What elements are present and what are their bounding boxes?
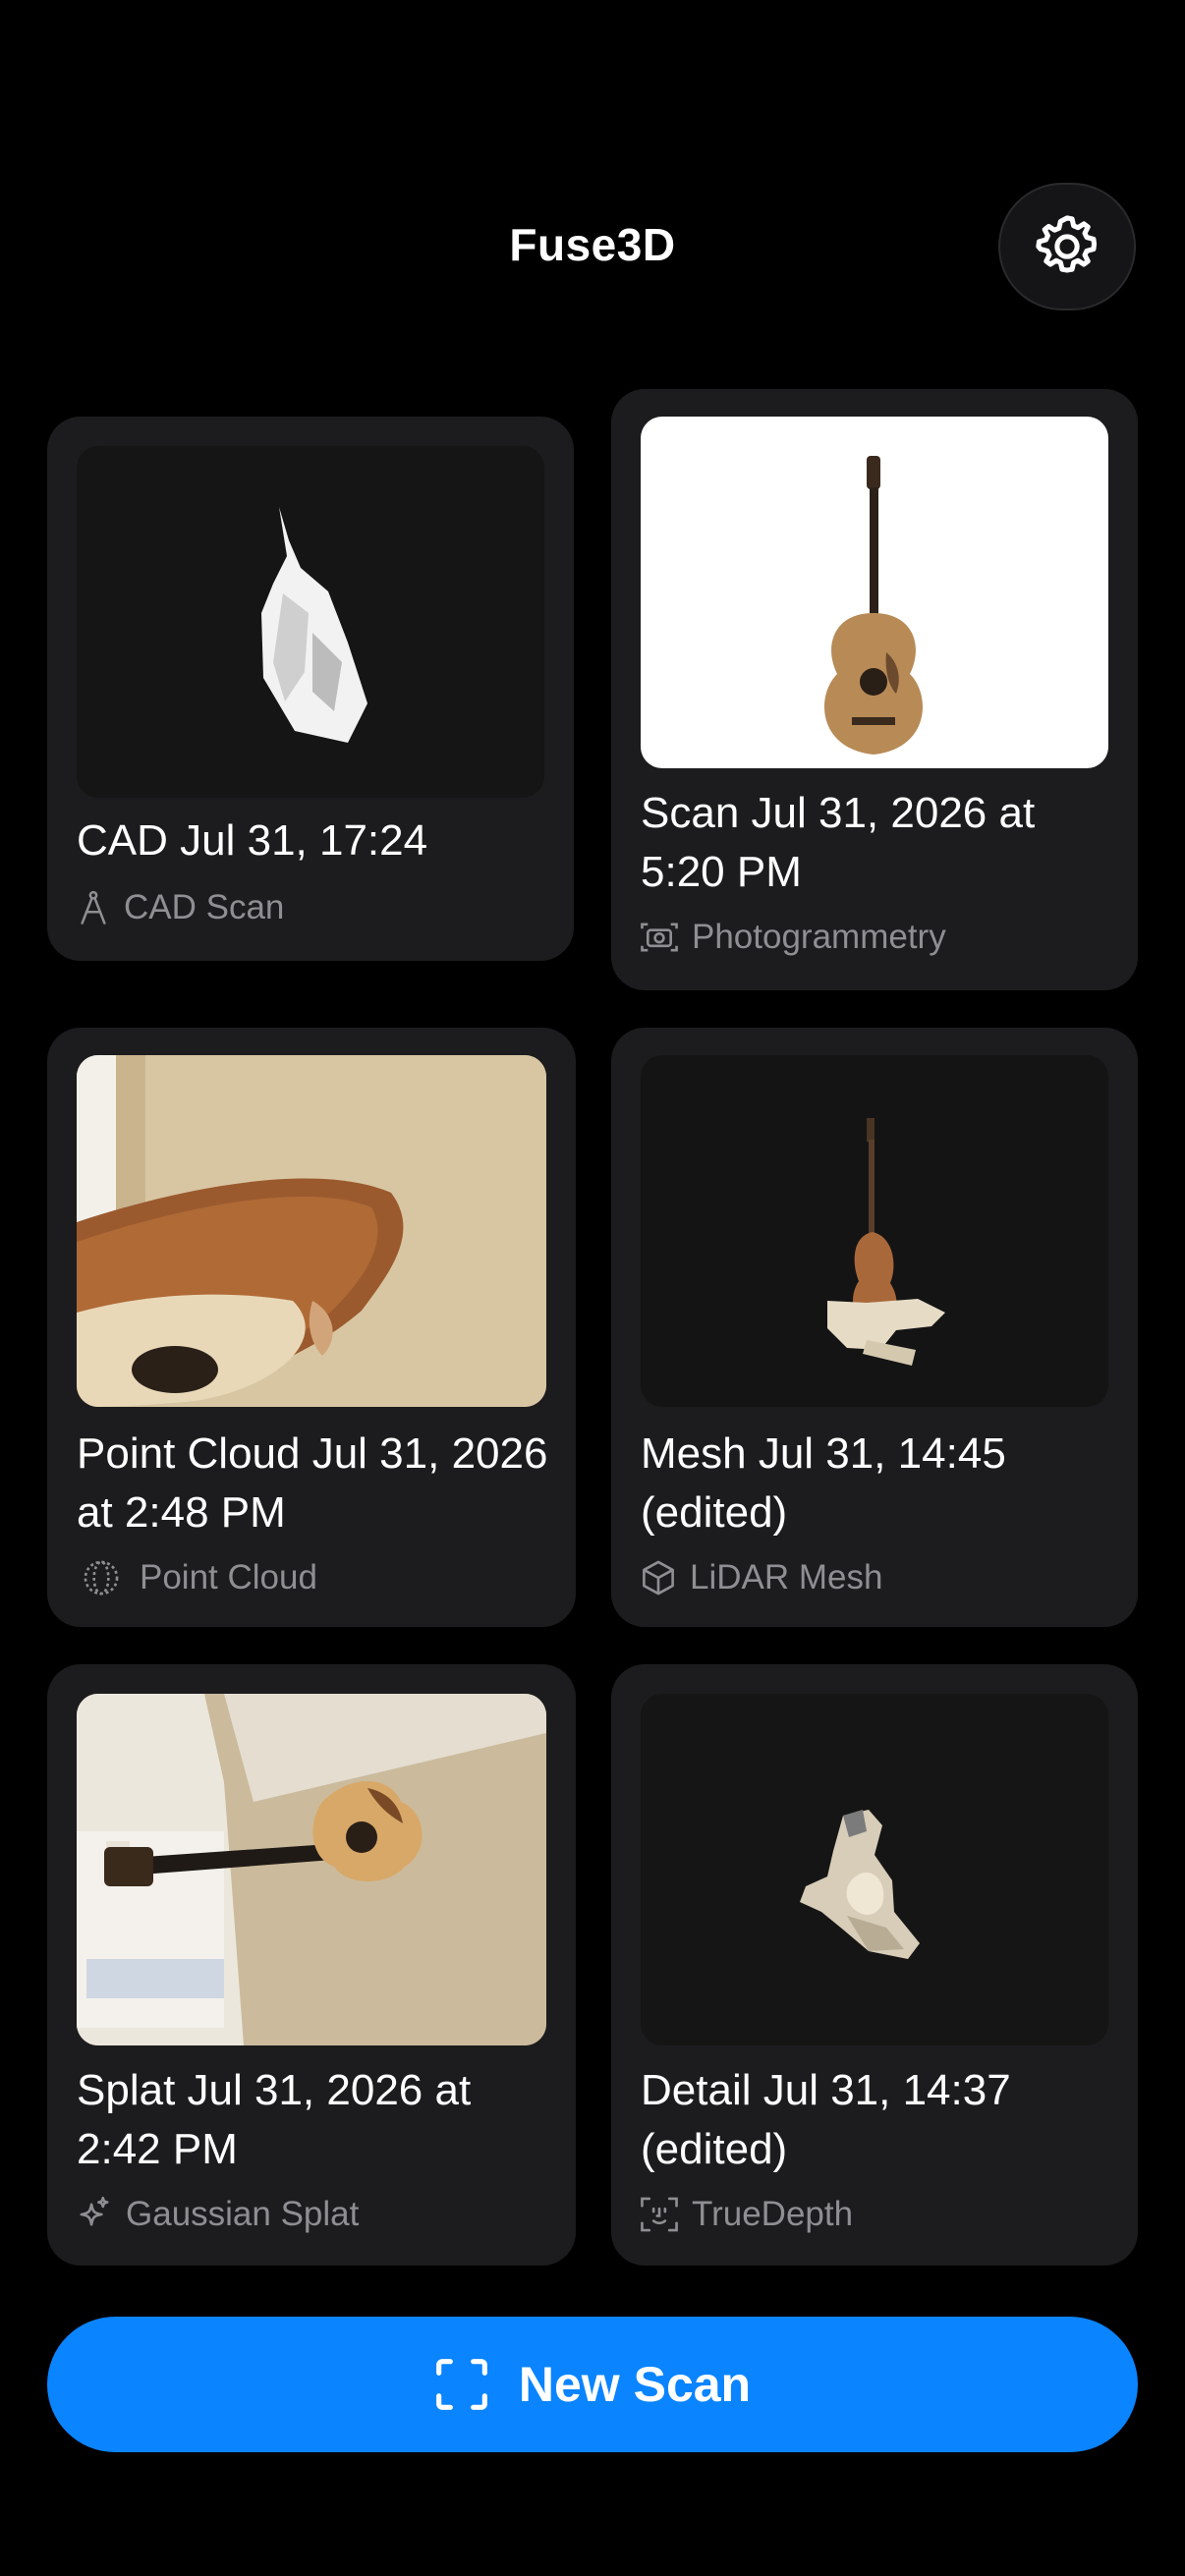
- scan-title: Scan Jul 31, 2026 at 5:20 PM: [641, 789, 1036, 896]
- gear-icon: [1036, 215, 1098, 273]
- settings-button[interactable]: [998, 183, 1136, 310]
- scan-thumbnail: [641, 417, 1108, 768]
- scan-type: TrueDepth: [641, 2195, 853, 2234]
- scan-type: Photogrammetry: [641, 918, 946, 957]
- face-scan-icon: [641, 2197, 678, 2232]
- scan-thumbnail: [641, 1694, 1108, 2045]
- scan-type-label: Photogrammetry: [692, 918, 946, 956]
- scan-frame-icon: [435, 2359, 487, 2410]
- scan-type: LiDAR Mesh: [641, 1558, 882, 1597]
- scan-title: Mesh Jul 31, 14:45 (edited): [641, 1429, 1006, 1537]
- scan-card-truedepth[interactable]: Detail Jul 31, 14:37 (edited) TrueDepth: [611, 1664, 1138, 2266]
- scan-type-label: Gaussian Splat: [126, 2195, 360, 2233]
- scan-type: CAD Scan: [77, 888, 284, 927]
- scan-title: CAD Jul 31, 17:24: [77, 816, 428, 865]
- scan-card-lidar-mesh[interactable]: Mesh Jul 31, 14:45 (edited) LiDAR Mesh: [611, 1028, 1138, 1627]
- scan-type: Point Cloud: [77, 1558, 317, 1597]
- scan-title: Detail Jul 31, 14:37 (edited): [641, 2066, 1011, 2173]
- scan-thumbnail: [77, 446, 544, 798]
- scan-type-label: CAD Scan: [124, 888, 285, 926]
- compass-icon: [81, 890, 106, 924]
- scan-card-gaussian-splat[interactable]: Splat Jul 31, 2026 at 2:42 PM Gaussian S…: [47, 1664, 576, 2266]
- scan-type-label: Point Cloud: [140, 1558, 317, 1596]
- scan-type-label: LiDAR Mesh: [690, 1558, 883, 1596]
- scan-card-point-cloud[interactable]: Point Cloud Jul 31, 2026 at 2:48 PM Poin…: [47, 1028, 576, 1627]
- cube-icon: [643, 1560, 674, 1596]
- scan-type-label: TrueDepth: [692, 2195, 854, 2233]
- new-scan-button[interactable]: New Scan: [47, 2317, 1138, 2452]
- scan-type: Gaussian Splat: [77, 2195, 359, 2234]
- point-cloud-icon: [84, 1560, 119, 1596]
- scan-title: Splat Jul 31, 2026 at 2:42 PM: [77, 2066, 472, 2173]
- camera-icon: [641, 923, 678, 952]
- scan-thumbnail: [77, 1055, 546, 1407]
- scan-card-photogrammetry[interactable]: Scan Jul 31, 2026 at 5:20 PM Photogramme…: [611, 389, 1138, 990]
- scan-thumbnail: [641, 1055, 1108, 1407]
- scan-thumbnail: [77, 1694, 546, 2045]
- scan-title: Point Cloud Jul 31, 2026 at 2:48 PM: [77, 1429, 548, 1537]
- sparkle-icon: [80, 2196, 109, 2226]
- new-scan-label: New Scan: [518, 2357, 752, 2412]
- scan-card-cad[interactable]: CAD Jul 31, 17:24 CAD Scan: [47, 417, 574, 961]
